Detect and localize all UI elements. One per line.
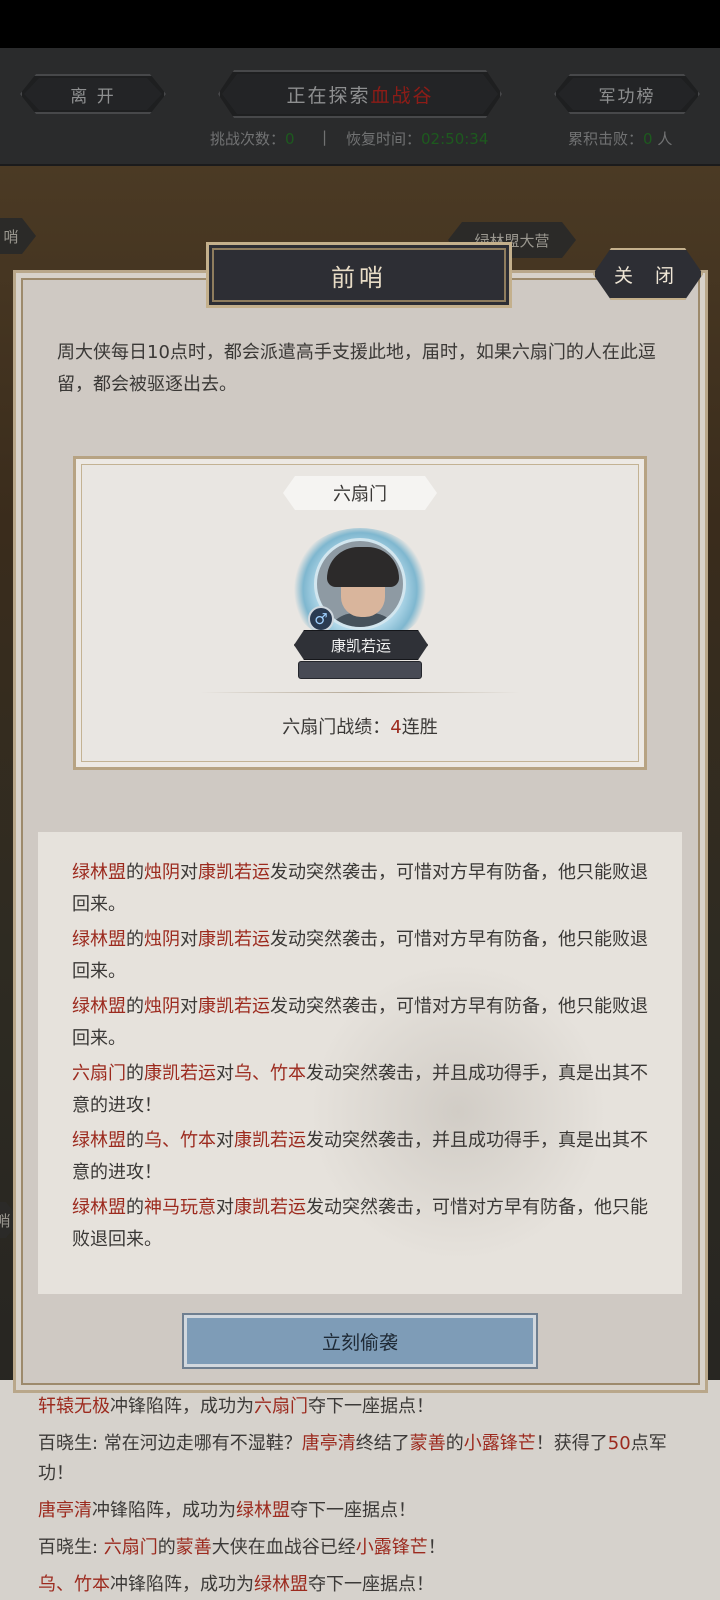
challenge-count: 挑战次数：0 <box>210 130 295 148</box>
explore-banner: 正在探索血战谷 <box>218 70 502 118</box>
hero-name: 康凯若运 <box>294 630 428 660</box>
hero-bar <box>298 661 422 679</box>
dialog-title-plate: 前哨 <box>206 242 512 308</box>
male-icon: ♂ <box>308 606 334 632</box>
dialog-title: 前哨 <box>331 263 387 292</box>
list-item: 绿林盟的烛阴对康凯若运发动突然袭击，可惜对方早有防备，他只能败退回来。 <box>72 929 648 982</box>
leave-label: 离 开 <box>70 86 116 107</box>
status-bar <box>0 0 720 48</box>
list-item: 绿林盟的烛阴对康凯若运发动突然袭击，可惜对方早有防备，他只能败退回来。 <box>72 862 648 915</box>
list-item: 绿林盟的乌、竹本对康凯若运发动突然袭击，并且成功得手，真是出其不意的进攻！ <box>72 1130 648 1183</box>
list-item: 唐亭清冲锋陷阵，成功为绿林盟夺下一座据点！ <box>38 1500 416 1521</box>
faction-tag: 六扇门 <box>283 476 437 510</box>
close-button[interactable]: 关 闭 <box>593 248 703 300</box>
battle-log: 绿林盟的烛阴对康凯若运发动突然袭击，可惜对方早有防备，他只能败退回来。 绿林盟的… <box>38 832 682 1294</box>
merit-rank-label: 军功榜 <box>598 86 656 107</box>
explore-text: 正在探索血战谷 <box>286 84 434 107</box>
stats-separator: | <box>322 128 328 146</box>
raid-button[interactable]: 立刻偷袭 <box>184 1315 536 1367</box>
close-label: 关 闭 <box>613 264 683 287</box>
faction-record: 六扇门战绩：4连胜 <box>282 717 438 738</box>
recover-time: 恢复时间：02:50:34 <box>346 130 489 148</box>
divider <box>200 692 520 693</box>
list-item: 百晓生: 六扇门的蒙善大侠在血战谷已经小露锋芒！ <box>38 1537 446 1558</box>
dialog-description: 周大侠每日10点时，都会派遣高手支援此地，届时，如果六扇门的人在此逗留，都会被驱… <box>57 342 656 395</box>
leave-button[interactable]: 离 开 <box>20 74 166 114</box>
kill-count: 累积击败：0 人 <box>568 130 673 148</box>
list-item: 轩辕无极冲锋陷阵，成功为六扇门夺下一座据点！ <box>38 1396 434 1417</box>
list-item: 绿林盟的烛阴对康凯若运发动突然袭击，可惜对方早有防备，他只能败退回来。 <box>72 996 648 1049</box>
list-item: 绿林盟的神马玩意对康凯若运发动突然袭击，可惜对方早有防备，他只能败退回来。 <box>72 1197 648 1250</box>
list-item: 六扇门的康凯若运对乌、竹本发动突然袭击，并且成功得手，真是出其不意的进攻！ <box>72 1063 648 1116</box>
list-item: 百晓生: 常在河边走哪有不湿鞋？唐亭清终结了蒙善的小露锋芒！获得了50点军功！ <box>38 1433 667 1484</box>
list-item: 乌、竹本冲锋陷阵，成功为绿林盟夺下一座据点！ <box>38 1574 434 1595</box>
world-log: 轩辕无极冲锋陷阵，成功为六扇门夺下一座据点！ 百晓生: 常在河边走哪有不湿鞋？唐… <box>0 1380 720 1600</box>
merit-rank-button[interactable]: 军功榜 <box>554 74 700 114</box>
